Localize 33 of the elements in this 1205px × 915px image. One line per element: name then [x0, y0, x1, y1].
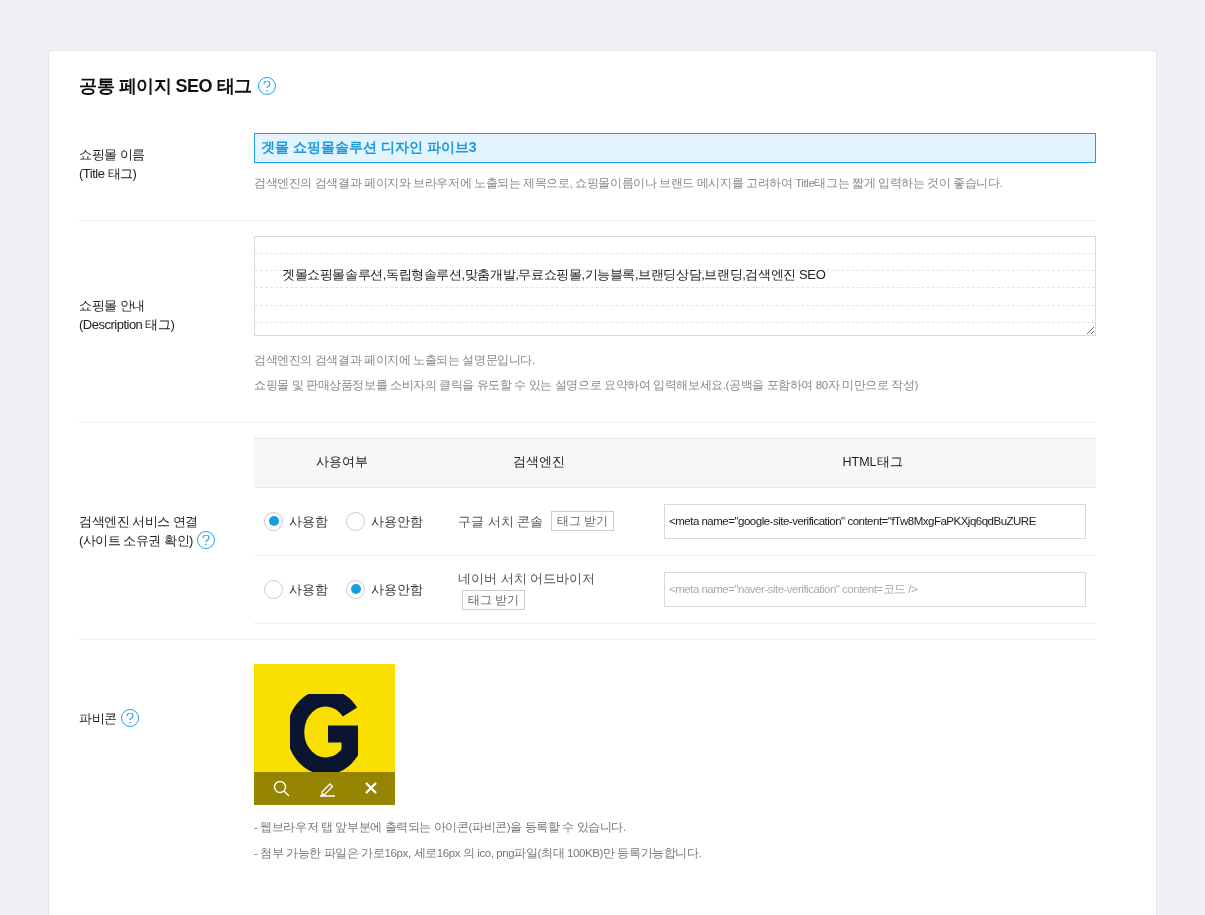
radio-option[interactable]: 사용함 [264, 579, 328, 599]
note-text: - 웹브라우저 탭 앞부분에 출력되는 아이콘(파비콘)을 등록할 수 있습니다. [254, 819, 627, 835]
column-header: 사용여부 [315, 455, 368, 470]
column-header: HTML태그 [842, 455, 903, 470]
engine-name: 네이버 서치 어드바이저 [458, 569, 596, 588]
hint-text: 쇼핑몰 및 판매상품정보를 소비자의 클릭을 유도할 수 있는 설명으로 요약하여 입력해보세요.(공백을 포함하여 80자 미만으로 작성) [254, 377, 919, 393]
column-header: 검색엔진 [513, 455, 565, 470]
get-tag-button[interactable]: 태그 받기 [551, 511, 615, 532]
html-tag-input-field[interactable]: <meta name="naver-site-verification" content=코드 /> [664, 571, 1086, 607]
radio-button[interactable] [346, 579, 365, 599]
description-textarea-field[interactable]: 겟몰쇼핑몰솔루션,독립형솔루션,맞춤개발,무료쇼핑몰,기능블록,브랜딩상담,브랜딩,검색엔진 SEO [254, 236, 1096, 337]
field-label: 쇼핑몰 안내 [79, 297, 146, 315]
hint-text: 검색엔진의 검색결과 페이지와 브라우저에 노출되는 제목으로, 쇼핑몰이름이나 브랜드 메시지를 고려하여 Title태그는 짧게 입력하는 것이 좋습니다. [254, 176, 1004, 191]
field-label: 쇼핑몰 이름 [79, 145, 146, 164]
section-title: 공통 페이지 SEO 태그 [79, 74, 252, 98]
field-sublabel: (사이트 소유권 확인) [79, 531, 193, 550]
field-label: 파비콘 [79, 709, 117, 728]
search-icon[interactable] [272, 779, 290, 797]
get-tag-button[interactable]: 태그 받기 [462, 590, 526, 610]
radio-button[interactable] [264, 511, 283, 531]
note-text: - 첨부 가능한 파일은 가로16px, 세로16px 의 ico, png파일(최대 100KB)만 등록가능합니다. [254, 846, 703, 861]
engine-name: 구글 서치 콘솔 [458, 512, 544, 531]
hint-text: 검색엔진의 검색결과 페이지에 노출되는 설명문입니다. [254, 353, 536, 369]
radio-option[interactable]: 사용함 [264, 511, 328, 531]
radio-option[interactable]: 사용안함 [346, 579, 423, 599]
field-sublabel: (Description 태그) [79, 316, 175, 334]
html-tag-input-field[interactable]: <meta name="google-site-verification" content="fTw8MxgFaPKXjq6qdBuZURE [664, 503, 1086, 539]
field-sublabel: (Title 태그) [79, 164, 137, 183]
close-icon[interactable] [364, 782, 377, 795]
radio-button[interactable] [264, 579, 283, 599]
radio-option[interactable]: 사용안함 [346, 511, 423, 531]
radio-button[interactable] [346, 511, 365, 531]
field-label: 검색엔진 서비스 연결 [79, 512, 199, 531]
